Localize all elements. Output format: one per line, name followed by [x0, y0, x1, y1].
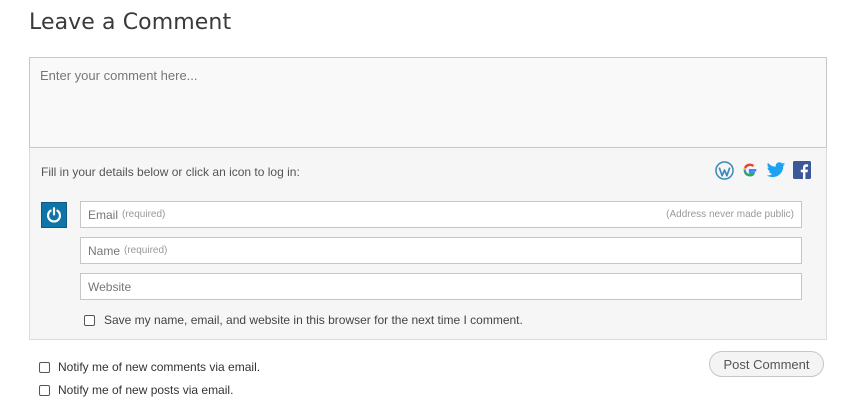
email-label: Email: [88, 207, 119, 222]
name-label: Name: [88, 243, 121, 258]
save-details-checkbox[interactable]: [84, 314, 95, 326]
email-required: (required): [122, 209, 166, 220]
facebook-icon[interactable]: [792, 160, 812, 180]
notify-comments-checkbox[interactable]: [39, 361, 50, 373]
power-icon: [46, 207, 62, 223]
gravatar-avatar: [41, 202, 67, 228]
notify-posts-checkbox[interactable]: [39, 384, 50, 396]
wordpress-icon[interactable]: [714, 160, 734, 180]
name-required: (required): [124, 245, 168, 256]
twitter-icon[interactable]: [766, 160, 786, 180]
email-privacy-note: (Address never made public): [666, 209, 794, 220]
details-panel: Fill in your details below or click an i…: [29, 148, 827, 340]
comment-placeholder: Enter your comment here...: [40, 68, 198, 83]
notify-posts-label: Notify me of new posts via email.: [58, 383, 234, 397]
page-title: Leave a Comment: [29, 10, 232, 35]
comment-textarea[interactable]: Enter your comment here...: [29, 57, 827, 148]
social-login-icons: [714, 160, 812, 180]
notify-comments-row: Notify me of new comments via email.: [39, 360, 260, 374]
post-comment-button[interactable]: Post Comment: [709, 351, 824, 377]
email-field[interactable]: Email (required) (Address never made pub…: [80, 201, 802, 228]
login-prompt: Fill in your details below or click an i…: [41, 165, 300, 179]
notify-comments-label: Notify me of new comments via email.: [58, 360, 261, 374]
website-label: Website: [88, 279, 132, 294]
website-field[interactable]: Website: [80, 273, 802, 300]
name-field[interactable]: Name (required): [80, 237, 802, 264]
save-details-row: Save my name, email, and website in this…: [84, 313, 523, 327]
google-icon[interactable]: [740, 160, 760, 180]
notify-posts-row: Notify me of new posts via email.: [39, 383, 233, 397]
save-details-label: Save my name, email, and website in this…: [104, 313, 523, 327]
